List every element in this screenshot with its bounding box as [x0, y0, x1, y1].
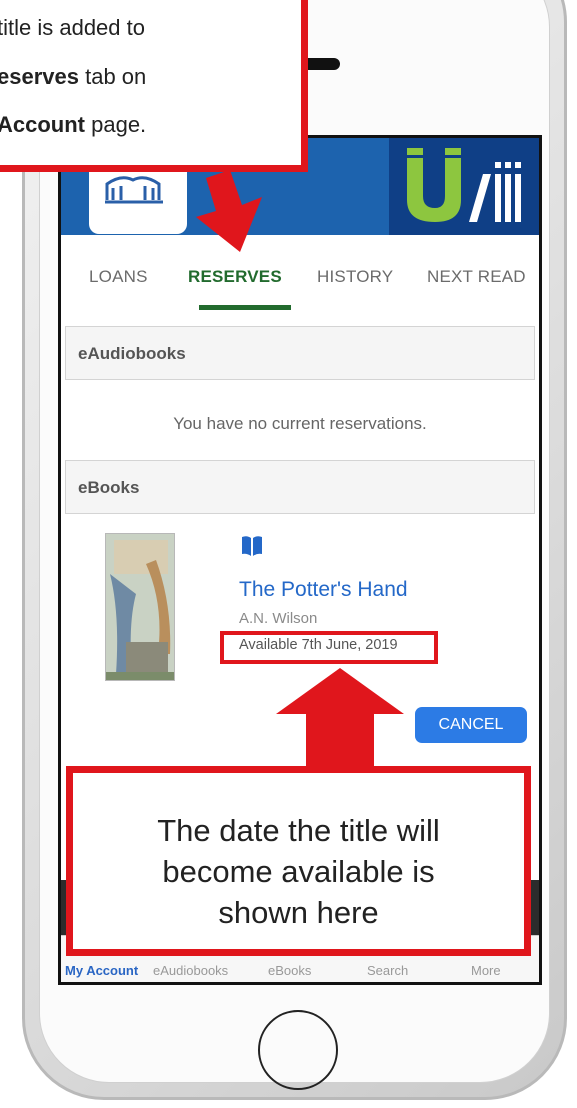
callout-line: The date the title will: [157, 813, 440, 848]
callout-availability-date: The date the title will become available…: [66, 766, 531, 956]
callout-line: Account page.: [0, 112, 147, 137]
arrow-to-availability-date: [276, 668, 404, 770]
callout-reserves-tab: title is added to eserves tab on Account…: [0, 0, 308, 172]
callout-line: title is added to: [0, 15, 145, 40]
callout-line: become available is: [162, 854, 435, 889]
availability-highlight-box: [220, 631, 438, 664]
callout-line: eserves tab on: [0, 64, 147, 89]
arrow-to-reserves-tab: [196, 170, 262, 252]
callout-line: shown here: [218, 895, 379, 930]
